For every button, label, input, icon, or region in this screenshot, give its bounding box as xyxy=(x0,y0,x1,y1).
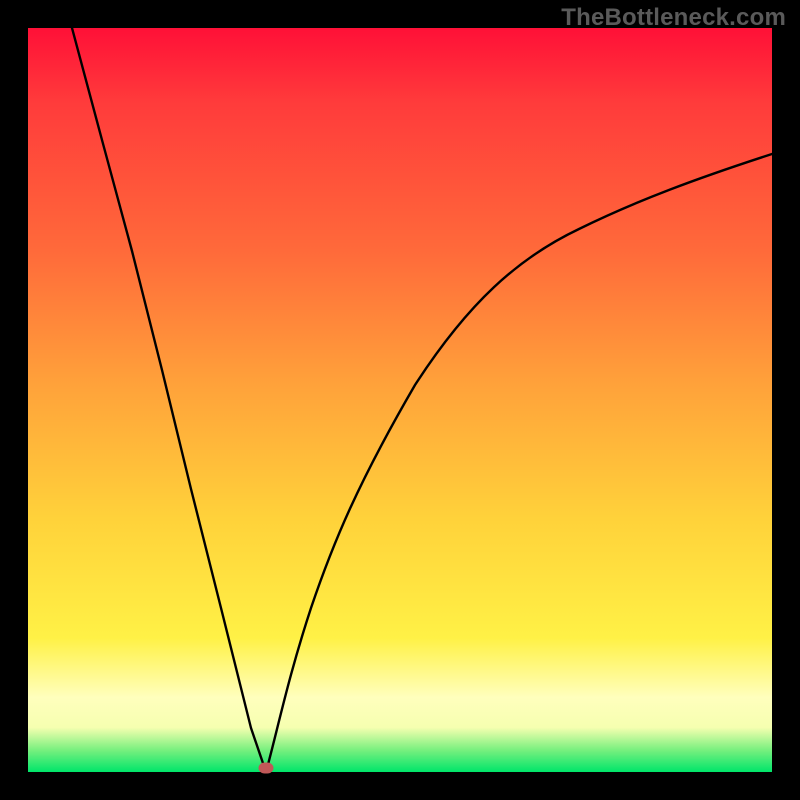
plot-area xyxy=(28,28,772,772)
curve-svg xyxy=(28,28,772,772)
curve-left-branch xyxy=(72,28,266,772)
chart-frame: TheBottleneck.com xyxy=(0,0,800,800)
curve-right-branch xyxy=(266,154,772,772)
minimum-marker xyxy=(259,763,274,774)
